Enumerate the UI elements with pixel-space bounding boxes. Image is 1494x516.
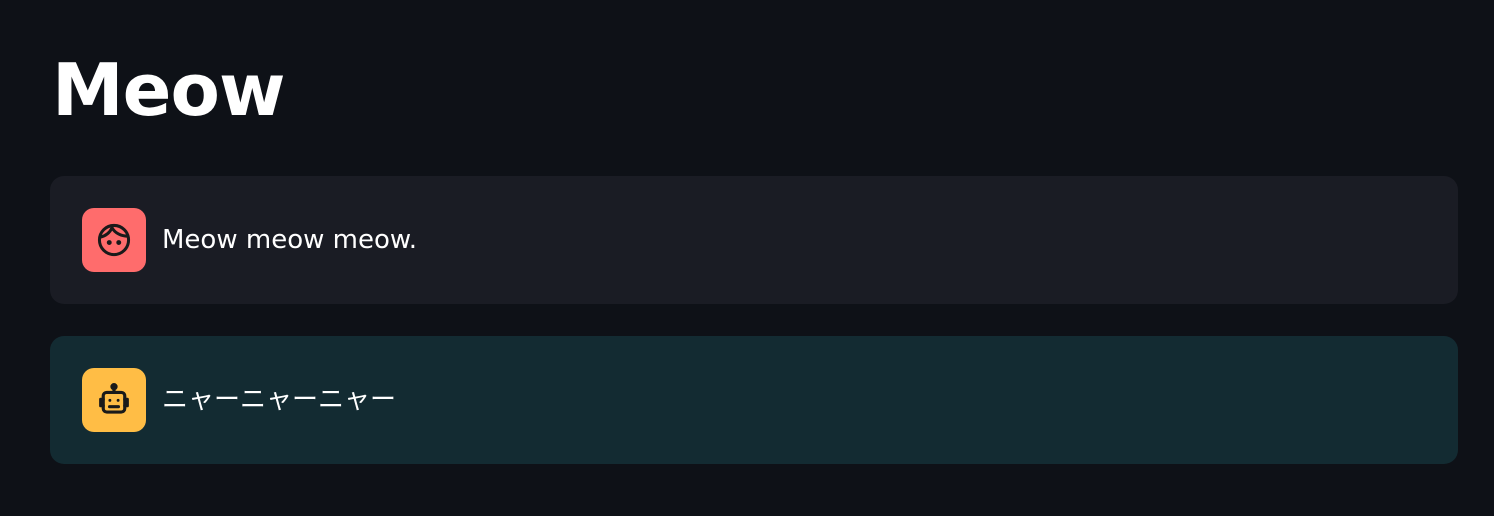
page-title: Meow (52, 48, 285, 132)
message-text: ニャーニャーニャー (162, 385, 397, 415)
robot-icon (95, 381, 133, 419)
chat-message-user: Meow meow meow. (50, 176, 1458, 304)
assistant-avatar (82, 368, 146, 432)
user-avatar (82, 208, 146, 272)
message-text: Meow meow meow. (162, 225, 417, 255)
face-icon (95, 221, 133, 259)
chat-message-assistant: ニャーニャーニャー (50, 336, 1458, 464)
